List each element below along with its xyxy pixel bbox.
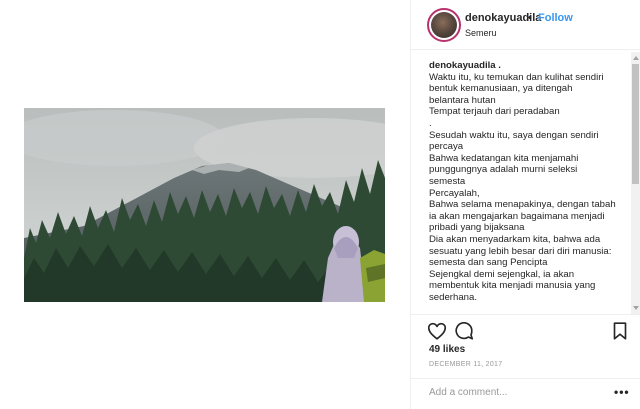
caption-line: Dia akan menyadarkam kita, bahwa ada	[429, 233, 601, 245]
caption-line: percaya	[429, 141, 464, 153]
caption-line: belantara hutan	[429, 94, 496, 106]
bookmark-icon[interactable]	[609, 320, 631, 342]
follow-button[interactable]: Follow	[538, 12, 573, 24]
post-media	[0, 0, 410, 409]
caption-line: membentuk kita menjadi manusia yang	[429, 280, 596, 292]
post-header: denokayuadila • Follow Semeru	[411, 0, 640, 50]
caption-line: Bahwa kedatangan kita menjamahi	[429, 152, 579, 164]
caption-line: Tempat terjauh dari peradaban	[429, 106, 560, 118]
post-actions: 49 likes DECEMBER 11, 2017 •••	[411, 314, 640, 409]
caption-scrollbar[interactable]	[631, 52, 640, 314]
caption-username[interactable]: denokayuadila .	[429, 60, 623, 72]
caption-line: Sesudah waktu itu, saya dengan sendiri	[429, 129, 599, 141]
comment-icon[interactable]	[453, 320, 475, 342]
heart-icon[interactable]	[426, 320, 448, 342]
post-panel: denokayuadila • Follow Semeru denokayuad…	[410, 0, 640, 409]
caption-line: bentuk kemanusiaan, ya ditengah	[429, 83, 573, 95]
scroll-up-arrow-icon[interactable]	[633, 56, 639, 60]
caption: denokayuadila . Waktu itu, ku temukan da…	[429, 60, 623, 314]
more-options-icon[interactable]: •••	[614, 385, 630, 399]
caption-line: sesuatu yang lebih besar dari diri manus…	[429, 245, 612, 257]
caption-line: Waktu itu, ku temukan dan kulihat sendir…	[429, 71, 604, 83]
post-photo[interactable]	[24, 108, 385, 302]
caption-line: punggungnya adalah murni seleksi	[429, 164, 578, 176]
caption-line: pribadi yang bijaksana	[429, 222, 525, 234]
caption-line: semesta	[429, 175, 466, 187]
avatar[interactable]	[427, 8, 461, 42]
caption-line: sederhana.	[429, 291, 478, 303]
mountain-forest-image	[24, 108, 385, 302]
separator-dot: •	[528, 12, 532, 24]
comment-box: •••	[411, 378, 640, 409]
likes-count[interactable]: 49 likes	[429, 344, 465, 355]
caption-line: semesta dan sang Pencipta	[429, 257, 548, 269]
caption-line: .	[429, 117, 432, 129]
comment-input[interactable]	[429, 387, 599, 398]
scroll-down-arrow-icon[interactable]	[633, 306, 639, 310]
location-link[interactable]: Semeru	[465, 28, 497, 38]
caption-line: Bahwa selama menapakinya, dengan tabah	[429, 199, 616, 211]
caption-line: ia akan mengajarkan bagaimana menjadi	[429, 210, 605, 222]
caption-line: Percayalah,	[429, 187, 480, 199]
scroll-thumb[interactable]	[632, 64, 639, 184]
caption-line: Sejengkal demi sejengkal, ia akan	[429, 268, 575, 280]
post-date: DECEMBER 11, 2017	[429, 361, 503, 368]
